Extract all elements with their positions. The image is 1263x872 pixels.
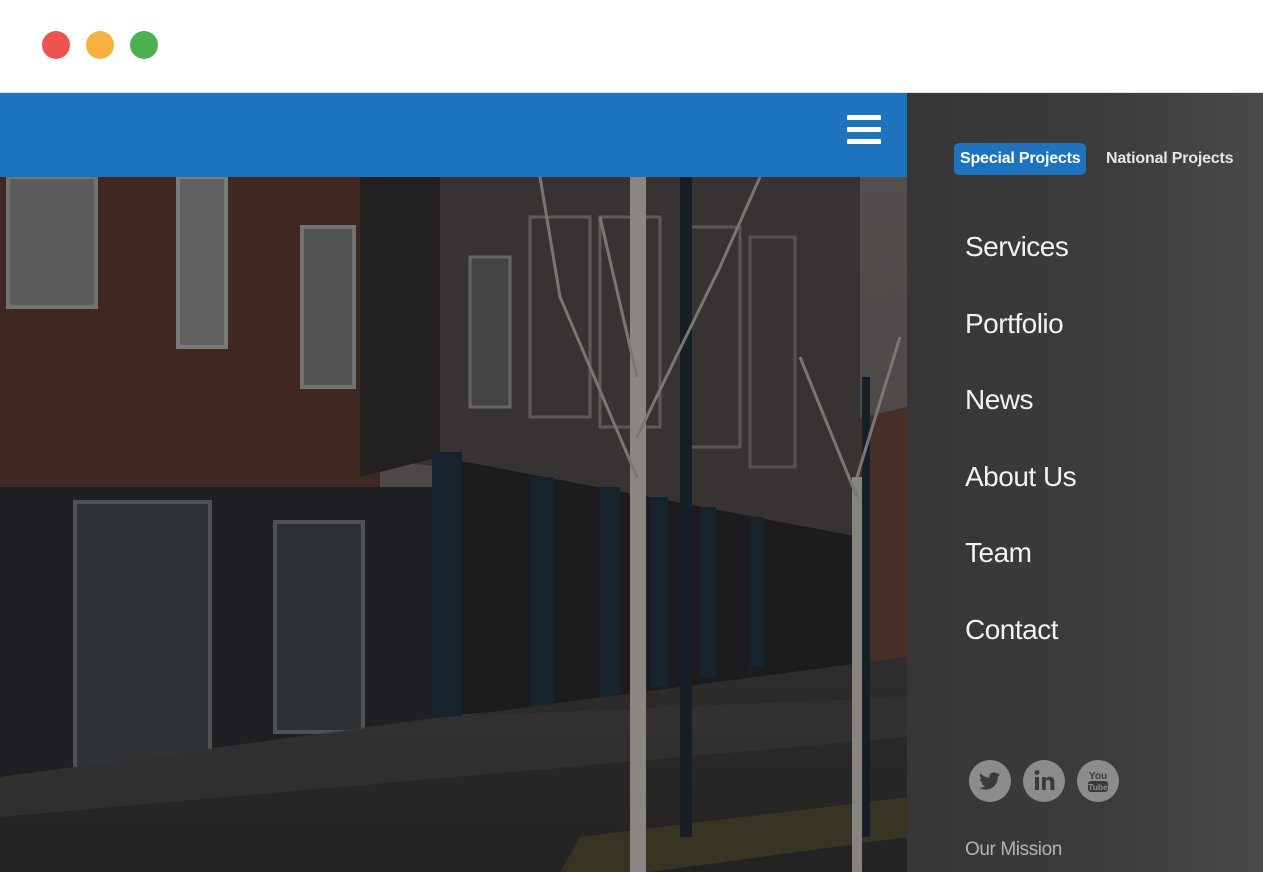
tab-special-projects[interactable]: Special Projects [954, 143, 1087, 175]
hero-building-photo [0, 177, 907, 872]
youtube-icon[interactable]: You Tube [1077, 760, 1119, 802]
website-viewport: Special Projects National Projects Servi… [0, 93, 1263, 872]
side-navigation-panel: Special Projects National Projects Servi… [907, 93, 1263, 872]
maximize-window-button[interactable] [130, 31, 158, 59]
menu-item-services[interactable]: Services [965, 227, 1076, 304]
menu-item-news[interactable]: News [965, 380, 1076, 457]
twitter-icon[interactable] [969, 760, 1011, 802]
svg-text:You: You [1089, 771, 1107, 782]
our-mission-link[interactable]: Our Mission [965, 839, 1062, 861]
hamburger-menu-icon[interactable] [847, 115, 881, 145]
linkedin-icon[interactable] [1023, 760, 1065, 802]
minimize-window-button[interactable] [86, 31, 114, 59]
svg-text:Tube: Tube [1088, 782, 1108, 792]
close-window-button[interactable] [42, 31, 70, 59]
menu-item-about-us[interactable]: About Us [965, 457, 1077, 534]
menu-item-team[interactable]: Team [965, 533, 1076, 610]
menu-item-portfolio[interactable]: Portfolio [965, 304, 1076, 381]
window-titlebar [0, 0, 1263, 93]
tab-national-projects[interactable]: National Projects [1100, 143, 1239, 175]
menu-item-contact[interactable]: Contact [965, 610, 1076, 687]
top-header-bar [0, 93, 907, 177]
main-menu: Services Portfolio News About Us Team Co… [965, 227, 1077, 687]
